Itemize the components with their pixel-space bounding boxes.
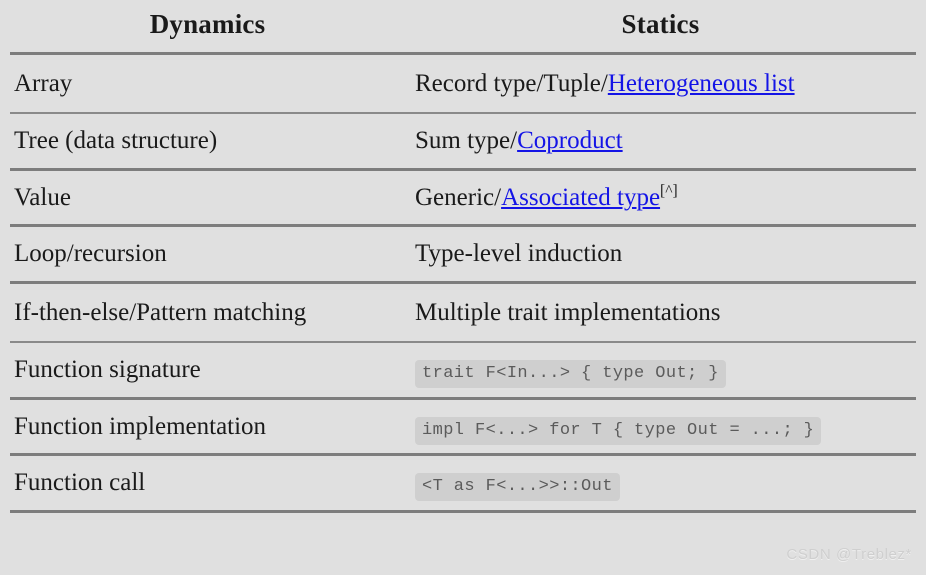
table-row: If-then-else/Pattern matching Multiple t… (10, 282, 916, 344)
cell-dynamics: Loop/recursion (10, 225, 405, 284)
cell-statics: Generic/Associated type[^] (405, 169, 916, 228)
table-row: Loop/recursion Type-level induction (10, 225, 916, 284)
table-header-row: Dynamics Statics (10, 0, 916, 55)
cell-statics: Sum type/Coproduct (405, 113, 916, 171)
table-row: Function implementation impl F<...> for … (10, 398, 916, 457)
cell-statics: <T as F<...>>::Out (405, 454, 916, 513)
cell-dynamics: If-then-else/Pattern matching (10, 282, 405, 344)
column-header-dynamics: Dynamics (10, 0, 405, 55)
cell-dynamics: Tree (data structure) (10, 113, 405, 171)
code-snippet: <T as F<...>>::Out (415, 473, 620, 502)
cell-dynamics: Function signature (10, 342, 405, 400)
code-snippet: trait F<In...> { type Out; } (415, 360, 726, 389)
cell-dynamics: Array (10, 53, 405, 115)
dynamics-statics-table: Dynamics Statics Array Record type/Tuple… (10, 0, 916, 513)
statics-link[interactable]: Associated type (501, 184, 660, 211)
code-snippet: impl F<...> for T { type Out = ...; } (415, 416, 822, 445)
table-row: Array Record type/Tuple/Heterogeneous li… (10, 53, 916, 115)
watermark-text: CSDN @Treblez* (786, 546, 912, 563)
cell-dynamics: Function implementation (10, 398, 405, 457)
table-body: Array Record type/Tuple/Heterogeneous li… (10, 53, 916, 513)
statics-link[interactable]: Coproduct (517, 127, 623, 154)
table-header: Dynamics Statics (10, 0, 916, 55)
table-row: Value Generic/Associated type[^] (10, 169, 916, 228)
cell-dynamics: Function call (10, 454, 405, 513)
table-row: Tree (data structure) Sum type/Coproduct (10, 113, 916, 171)
cell-dynamics: Value (10, 169, 405, 228)
cell-statics: trait F<In...> { type Out; } (405, 342, 916, 400)
statics-text-prefix: Sum type/ (415, 127, 518, 155)
statics-link[interactable]: Heterogeneous list (608, 70, 795, 97)
comparison-table-page: Dynamics Statics Array Record type/Tuple… (0, 0, 926, 575)
statics-text-prefix: Generic/ (415, 183, 502, 211)
footnote-reference[interactable]: [^] (660, 182, 678, 199)
table-row: Function signature trait F<In...> { type… (10, 342, 916, 400)
statics-text-prefix: Record type/Tuple/ (415, 69, 608, 97)
cell-statics: Record type/Tuple/Heterogeneous list (405, 53, 916, 115)
cell-statics: Type-level induction (405, 225, 916, 284)
cell-statics: impl F<...> for T { type Out = ...; } (405, 398, 916, 457)
cell-statics: Multiple trait implementations (405, 282, 916, 344)
table-row: Function call <T as F<...>>::Out (10, 454, 916, 513)
column-header-statics: Statics (405, 0, 916, 55)
